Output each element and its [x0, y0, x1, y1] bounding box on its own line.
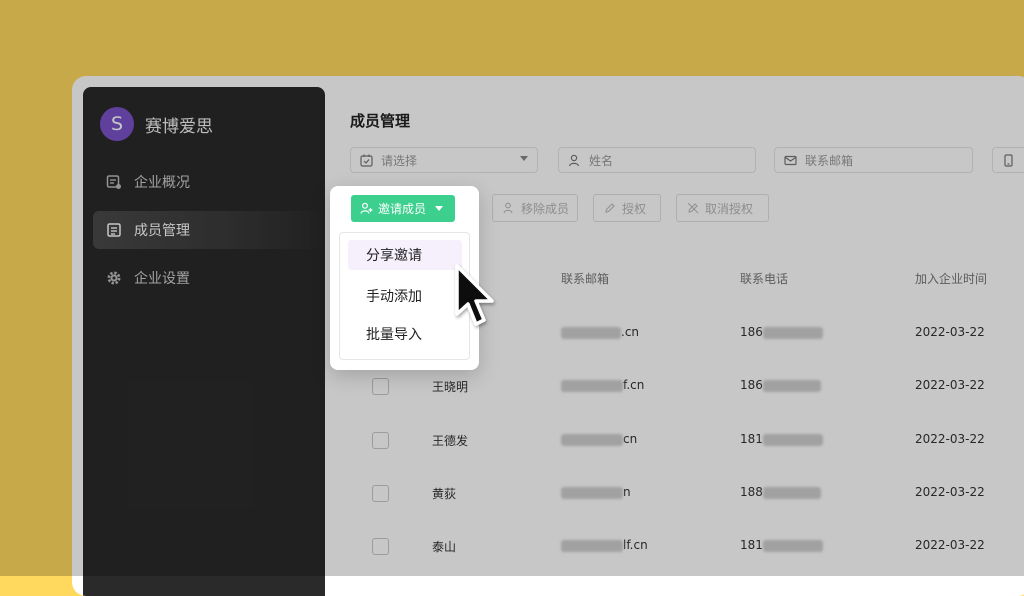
user-icon	[568, 154, 581, 167]
redacted-phone	[762, 486, 821, 499]
sidebar-item-label: 成员管理	[134, 223, 190, 239]
table-row[interactable]: 王德发 cn 181 2022-03-22	[325, 423, 1024, 477]
member-phone: 188	[740, 485, 821, 499]
chevron-down-icon	[520, 156, 528, 161]
grant-label: 授权	[622, 201, 647, 216]
user-remove-icon	[503, 202, 515, 214]
member-joined-date: 2022-03-22	[915, 538, 985, 552]
member-email: lf.cn	[561, 538, 648, 552]
select-placeholder: 请选择	[381, 153, 418, 168]
revoke-button[interactable]: 取消授权	[676, 194, 769, 222]
page-title: 成员管理	[350, 112, 411, 130]
member-joined-date: 2022-03-22	[915, 485, 985, 499]
member-email: .cn	[561, 325, 639, 339]
status-select[interactable]: 请选择	[350, 147, 538, 173]
sidebar-item-settings[interactable]: 企业设置	[93, 259, 325, 297]
member-name: 王德发	[432, 434, 469, 448]
brand: S 赛博爱思	[100, 107, 213, 141]
sidebar-item-overview[interactable]: 企业概况	[93, 163, 325, 201]
phone-input[interactable]	[992, 147, 1024, 173]
user-add-icon	[360, 202, 373, 215]
member-joined-date: 2022-03-22	[915, 325, 985, 339]
sidebar-item-label: 企业概况	[134, 175, 190, 191]
chevron-down-icon	[435, 206, 444, 211]
column-header-phone: 联系电话	[740, 272, 789, 286]
member-phone: 181	[740, 538, 823, 552]
redacted-email	[561, 379, 623, 392]
name-placeholder: 姓名	[589, 153, 614, 168]
menu-item-bulk-import[interactable]: 批量导入	[348, 319, 462, 349]
gear-icon	[106, 270, 122, 286]
member-phone: 186	[740, 325, 823, 339]
app-window: S 赛博爱思 企业概况 成员管理 企业设置 成员管理 请选择 姓名 联系邮箱 移…	[72, 76, 1024, 596]
redacted-email	[561, 326, 621, 339]
mouse-pointer-icon	[455, 264, 494, 326]
member-name: 泰山	[432, 540, 457, 554]
table-row[interactable]: 泰山 lf.cn 181 2022-03-22	[325, 529, 1024, 583]
remove-member-label: 移除成员	[521, 201, 570, 216]
redacted-phone	[762, 379, 821, 392]
member-name: 王晓明	[432, 380, 469, 394]
table-row[interactable]: 黄荻 n 188 2022-03-22	[325, 476, 1024, 530]
email-placeholder: 联系邮箱	[805, 153, 854, 168]
member-joined-date: 2022-03-22	[915, 378, 985, 392]
redacted-phone	[762, 433, 823, 446]
grant-button[interactable]: 授权	[593, 194, 661, 222]
remove-member-button[interactable]: 移除成员	[492, 194, 578, 222]
row-checkbox[interactable]	[372, 432, 389, 449]
avatar[interactable]: S	[100, 107, 134, 141]
member-phone: 181	[740, 432, 823, 446]
invite-member-button[interactable]: 邀请成员	[351, 195, 455, 222]
invite-member-label: 邀请成员	[378, 202, 427, 216]
dashboard-icon	[106, 174, 122, 190]
company-name: 赛博爱思	[145, 116, 213, 137]
menu-item-share-invite[interactable]: 分享邀请	[348, 240, 462, 270]
revoke-label: 取消授权	[705, 201, 754, 216]
name-input[interactable]: 姓名	[558, 147, 756, 173]
menu-item-manual-add[interactable]: 手动添加	[348, 281, 462, 311]
row-checkbox[interactable]	[372, 538, 389, 555]
member-email: f.cn	[561, 378, 644, 392]
pen-off-icon	[687, 202, 699, 214]
redacted-email	[561, 539, 623, 552]
row-checkbox[interactable]	[372, 485, 389, 502]
row-checkbox[interactable]	[372, 378, 389, 395]
table-row[interactable]: 王晓明 f.cn 186 2022-03-22	[325, 369, 1024, 423]
sidebar-item-label: 企业设置	[134, 271, 190, 287]
redacted-email	[561, 486, 623, 499]
member-email: n	[561, 485, 631, 499]
member-email: cn	[561, 432, 637, 446]
column-header-email: 联系邮箱	[561, 272, 610, 286]
column-header-joined: 加入企业时间	[915, 272, 988, 286]
redacted-phone	[762, 539, 823, 552]
phone-icon	[1002, 153, 1015, 167]
member-joined-date: 2022-03-22	[915, 432, 985, 446]
sidebar-item-members[interactable]: 成员管理	[93, 211, 325, 249]
email-input[interactable]: 联系邮箱	[774, 147, 973, 173]
redacted-email	[561, 433, 623, 446]
member-list-icon	[106, 222, 122, 238]
pen-icon	[604, 202, 616, 214]
member-name: 黄荻	[432, 487, 457, 501]
calendar-icon	[360, 154, 373, 167]
mail-icon	[784, 154, 797, 167]
member-phone: 186	[740, 378, 821, 392]
sidebar: S 赛博爱思 企业概况 成员管理 企业设置	[83, 87, 325, 596]
redacted-phone	[762, 326, 823, 339]
